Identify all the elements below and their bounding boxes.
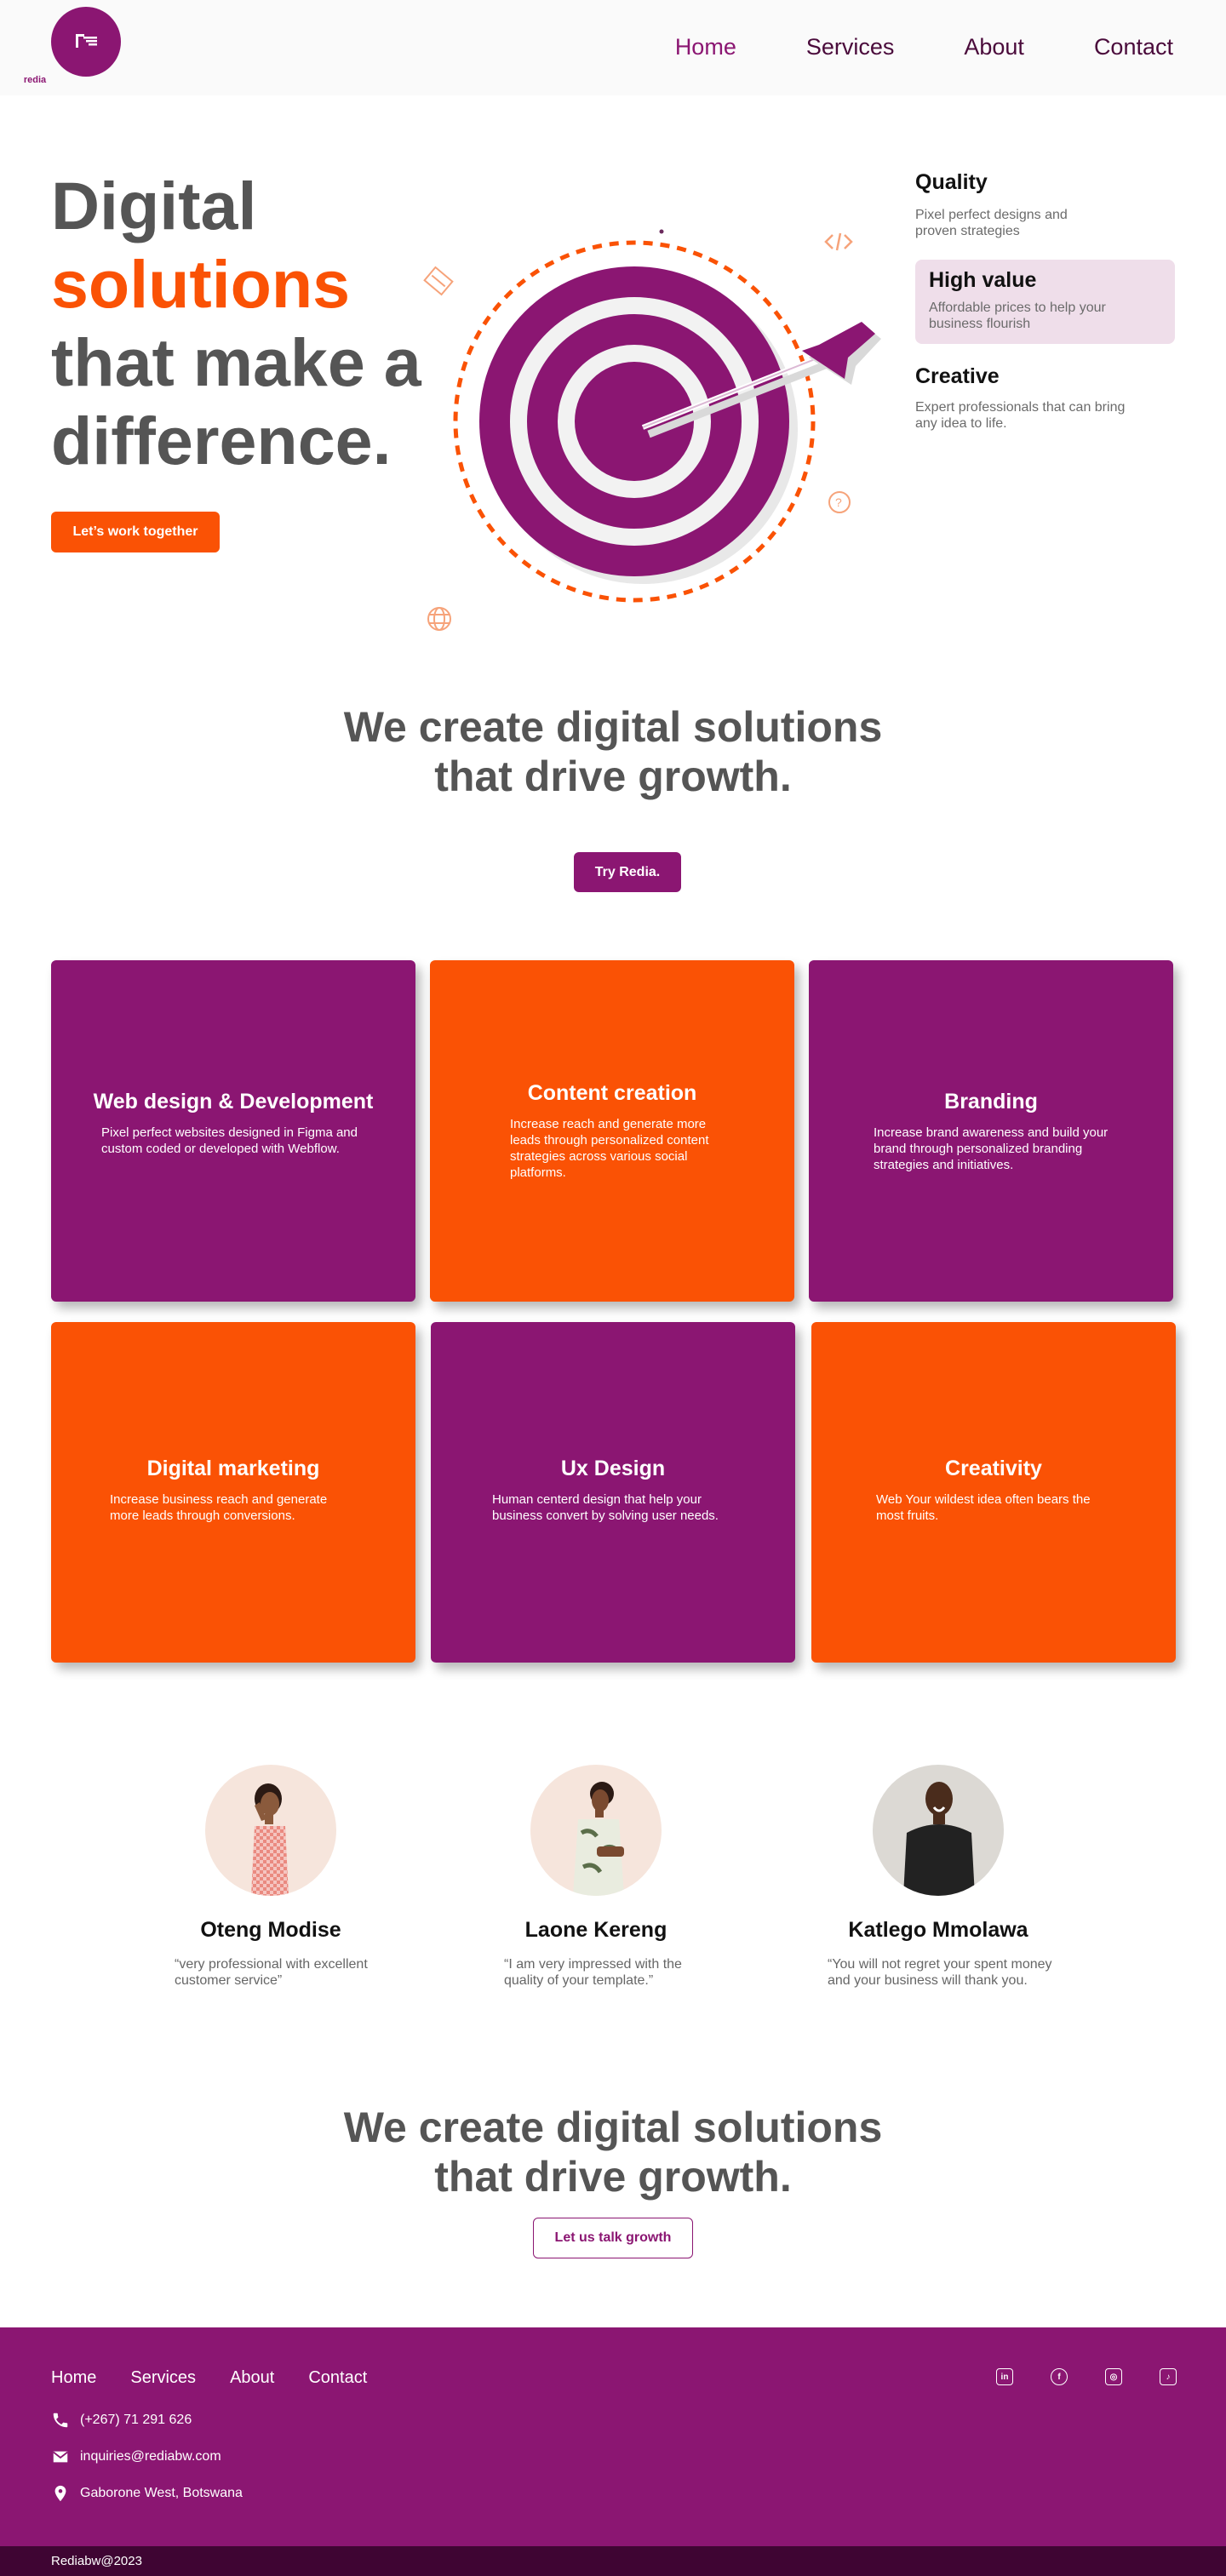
avatar	[205, 1765, 336, 1896]
service-text: Pixel perfect websites designed in Figma…	[101, 1125, 358, 1156]
growth-heading-bottom: We create digital solutions that drive g…	[0, 2103, 1226, 2201]
hero-title-line3: that make a	[51, 324, 421, 400]
nav-link-services[interactable]: Services	[806, 34, 895, 60]
growth-heading-line2: that drive growth.	[434, 2153, 792, 2201]
avatar	[530, 1765, 662, 1896]
testimonial-quote: “very professional with excellent custom…	[175, 1957, 368, 1988]
person-illustration	[573, 1782, 624, 1896]
target-illustration: ?	[423, 229, 881, 631]
service-title: Content creation	[527, 1081, 697, 1105]
service-text: Human centerd design that help your busi…	[492, 1492, 719, 1523]
feature-creative: Creative Expert professionals that can b…	[915, 364, 1175, 432]
testimonial-card: Katlego Mmolawa “You will not regret you…	[811, 1765, 1066, 1989]
footer-address: Gaborone West, Botswana	[51, 2484, 243, 2503]
globe-icon	[427, 607, 451, 631]
testimonial-name: Katlego Mmolawa	[848, 1918, 1028, 1942]
tiktok-icon[interactable]: ♪	[1160, 2368, 1177, 2385]
testimonial-name: Laone Kereng	[524, 1918, 667, 1942]
feature-title: High value	[929, 268, 1037, 292]
nav-link-contact[interactable]: Contact	[1094, 34, 1173, 60]
footer-email[interactable]: inquiries@rediabw.com	[51, 2447, 221, 2466]
growth-heading-line1: We create digital solutions	[343, 2104, 883, 2151]
code-icon	[824, 232, 853, 251]
feature-text: Expert professionals that can bring any …	[915, 400, 1126, 431]
service-text: Increase reach and generate more leads t…	[510, 1117, 709, 1180]
location-pin-icon	[54, 2485, 66, 2502]
copyright-bar: Rediabw@2023	[0, 2546, 1226, 2576]
copyright-text: Rediabw@2023	[51, 2554, 142, 2568]
person-illustration	[903, 1782, 975, 1896]
footer: Home Services About Contact (+267) 71 29…	[0, 2327, 1226, 2546]
main-nav: Home Services About Contact	[675, 34, 1173, 60]
growth-heading-line2: that drive growth.	[434, 753, 792, 800]
service-text: Increase brand awareness and build your …	[874, 1125, 1109, 1172]
service-card-branding[interactable]: Branding Increase brand awareness and bu…	[809, 960, 1173, 1302]
facebook-icon[interactable]: f	[1051, 2368, 1068, 2385]
footer-address-text: Gaborone West, Botswana	[80, 2486, 243, 2500]
svg-text:?: ?	[835, 495, 842, 509]
phone-icon	[53, 2413, 68, 2428]
service-card-creativity[interactable]: Creativity Web Your wildest idea often b…	[811, 1322, 1176, 1663]
top-nav: redia Home Services About Contact	[0, 0, 1226, 95]
linkedin-icon[interactable]: in	[996, 2368, 1013, 2385]
nav-link-about[interactable]: About	[964, 34, 1024, 60]
footer-email-text: inquiries@rediabw.com	[80, 2449, 221, 2464]
feature-quality: Quality Pixel perfect designs and proven…	[915, 170, 1175, 239]
hero-title-line4: difference.	[51, 403, 392, 478]
footer-phone[interactable]: (+267) 71 291 626	[51, 2411, 192, 2430]
footer-link-home[interactable]: Home	[51, 2368, 96, 2388]
service-title: Digital marketing	[146, 1457, 320, 1480]
footer-nav: Home Services About Contact	[51, 2368, 367, 2388]
testimonial-quote: “I am very impressed with the quality of…	[504, 1957, 682, 1988]
feature-text: Affordable prices to help your business …	[929, 301, 1106, 331]
logo-text: redia	[23, 75, 47, 85]
growth-heading-line1: We create digital solutions	[343, 703, 883, 751]
service-title: Branding	[944, 1090, 1038, 1113]
growth-heading: We create digital solutions that drive g…	[0, 702, 1226, 801]
hero-title-line1: Digital	[51, 168, 257, 243]
feature-title: Creative	[915, 364, 1000, 388]
service-card-digital-marketing[interactable]: Digital marketing Increase business reac…	[51, 1322, 415, 1663]
avatar	[873, 1765, 1004, 1896]
social-links: in f ◎ ♪	[996, 2368, 1177, 2385]
service-text: Increase business reach and generate mor…	[110, 1492, 328, 1523]
work-together-button[interactable]: Let’s work together	[51, 512, 220, 552]
service-title: Ux Design	[560, 1457, 666, 1480]
feature-text: Pixel perfect designs and proven strateg…	[915, 208, 1068, 238]
feature-high-value: High value Affordable prices to help you…	[915, 260, 1175, 344]
hero-title: Digital solutions that make a difference…	[51, 167, 443, 480]
footer-link-services[interactable]: Services	[130, 2368, 196, 2388]
talk-growth-button[interactable]: Let us talk growth	[533, 2218, 693, 2258]
logo-mark-icon	[76, 34, 97, 48]
question-icon: ?	[828, 491, 851, 513]
service-card-ux-design[interactable]: Ux Design Human centerd design that help…	[431, 1322, 795, 1663]
testimonial-quote: “You will not regret your spent money an…	[828, 1957, 1052, 1988]
testimonial-name: Oteng Modise	[200, 1918, 341, 1942]
testimonial-card: Laone Kereng “I am very impressed with t…	[468, 1765, 724, 1989]
nav-link-home[interactable]: Home	[675, 34, 736, 60]
service-text: Web Your wildest idea often bears the mo…	[876, 1492, 1091, 1523]
pencil-ruler-icon	[423, 266, 454, 296]
feature-title: Quality	[915, 170, 988, 194]
features-list: Quality Pixel perfect designs and proven…	[915, 170, 1175, 432]
testimonial-card: Oteng Modise “very professional with exc…	[143, 1765, 398, 1989]
footer-phone-text: (+267) 71 291 626	[80, 2413, 192, 2427]
brand-logo[interactable]	[51, 7, 121, 77]
service-title: Creativity	[945, 1457, 1042, 1480]
hero-title-line2: solutions	[51, 246, 351, 322]
service-title: Web design & Development	[93, 1090, 374, 1113]
footer-link-about[interactable]: About	[230, 2368, 274, 2388]
instagram-icon[interactable]: ◎	[1105, 2368, 1122, 2385]
footer-link-contact[interactable]: Contact	[308, 2368, 367, 2388]
service-card-web-design[interactable]: Web design & Development Pixel perfect w…	[51, 960, 415, 1302]
mail-icon	[53, 2451, 68, 2463]
service-card-content-creation[interactable]: Content creation Increase reach and gene…	[430, 960, 794, 1302]
try-redia-button[interactable]: Try Redia.	[574, 852, 681, 892]
person-illustration	[251, 1783, 289, 1896]
